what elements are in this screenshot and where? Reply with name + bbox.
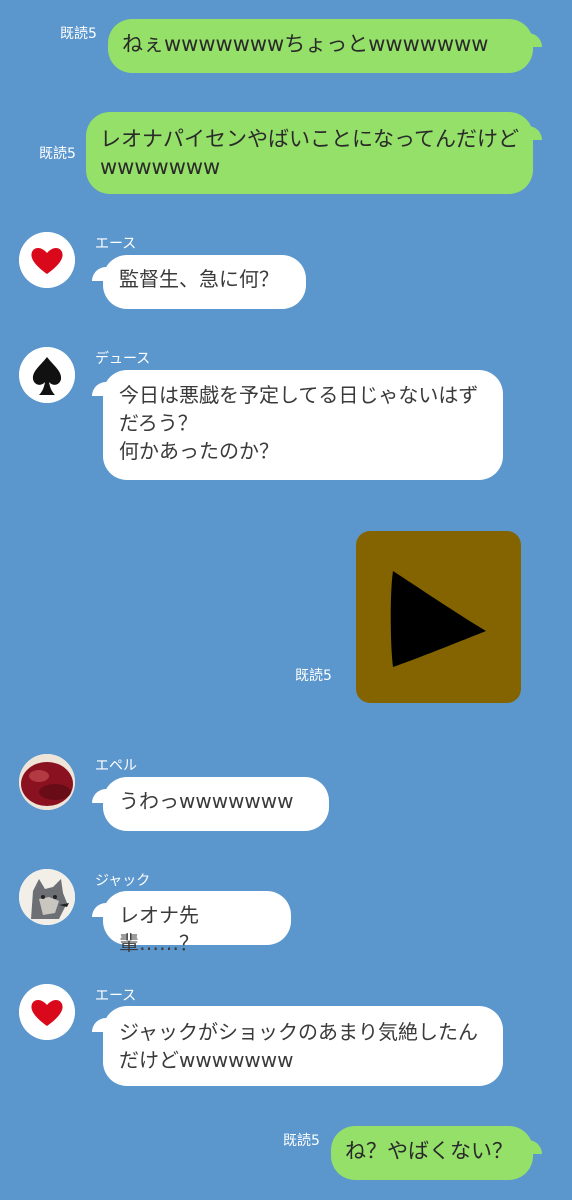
read-receipt: 既読5 (283, 1133, 320, 1149)
incoming-message[interactable]: うわっwwwwwww (92, 777, 329, 831)
sender-name: エペル (95, 758, 137, 774)
outgoing-message[interactable]: レオナパイセンやばいことになってんだけどwwwwwww (86, 112, 542, 194)
read-receipt: 既読5 (39, 146, 76, 162)
message-text: 今日は悪戯を予定してる日じゃないはずだろう？ 何かあったのか？ (119, 383, 479, 463)
message-text: ね？やばくない？ (345, 1139, 513, 1163)
spade-icon (19, 347, 75, 403)
message-text: ジャックがショックのあまり気絶したんだけどwwwwwww (119, 1020, 478, 1072)
incoming-message[interactable]: ジャックがショックのあまり気絶したんだけどwwwwwww (92, 1006, 503, 1086)
read-receipt: 既読5 (60, 26, 97, 42)
video-thumbnail[interactable] (356, 531, 521, 703)
read-receipt: 既読5 (295, 668, 332, 684)
incoming-message[interactable]: レオナ先輩……？ (92, 891, 291, 955)
play-icon (390, 571, 486, 667)
sender-name: エース (95, 988, 137, 1004)
sender-name: ジャック (95, 873, 151, 889)
avatar[interactable] (19, 232, 75, 288)
sender-name: デュース (95, 351, 151, 367)
wolf-avatar (19, 869, 75, 925)
incoming-message[interactable]: 今日は悪戯を予定してる日じゃないはずだろう？ 何かあったのか？ (92, 370, 503, 480)
message-text: うわっwwwwwww (119, 789, 294, 813)
sender-name: エース (95, 236, 137, 252)
message-text: レオナ先輩……？ (119, 903, 199, 955)
message-text: ねぇwwwwwwwちょっとwwwwwww (122, 32, 489, 56)
avatar[interactable] (19, 754, 75, 810)
avatar[interactable] (19, 347, 75, 403)
heart-icon (19, 232, 75, 288)
heart-icon (19, 984, 75, 1040)
outgoing-message[interactable]: ねぇwwwwwwwちょっとwwwwwww (108, 19, 542, 73)
apple-avatar (19, 754, 75, 810)
message-text: 監督生、急に何？ (119, 267, 279, 291)
outgoing-message[interactable]: ね？やばくない？ (331, 1126, 542, 1180)
incoming-message[interactable]: 監督生、急に何？ (92, 255, 306, 309)
avatar[interactable] (19, 984, 75, 1040)
message-text: レオナパイセンやばいことになってんだけどwwwwwww (100, 127, 519, 179)
avatar[interactable] (19, 869, 75, 925)
